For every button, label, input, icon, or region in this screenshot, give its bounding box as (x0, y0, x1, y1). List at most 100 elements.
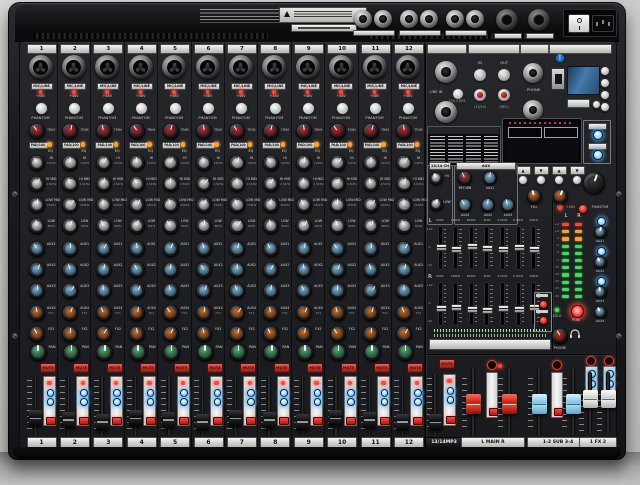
aux3-knob[interactable] (129, 283, 145, 299)
sub-assign-3-4-button[interactable] (113, 398, 121, 406)
pan-knob[interactable] (197, 344, 214, 361)
himid-knob[interactable] (396, 176, 412, 192)
pfl-button[interactable] (313, 417, 323, 425)
fx-select-button-1[interactable] (518, 175, 528, 185)
phantom-button[interactable] (402, 102, 415, 115)
aux2-knob[interactable] (396, 262, 412, 278)
trim-knob[interactable] (396, 123, 412, 139)
fx2-knob[interactable] (263, 326, 279, 342)
himid-knob[interactable] (330, 176, 346, 192)
trim-knob[interactable] (229, 123, 245, 139)
fx-master-fader[interactable] (583, 390, 598, 408)
return-knob[interactable] (458, 171, 472, 185)
sub-assign-1-2-button[interactable] (247, 389, 255, 397)
aux4-knob[interactable] (363, 305, 379, 321)
hi-knob[interactable] (296, 155, 312, 171)
aux2-knob[interactable] (296, 262, 312, 278)
mini-assign-button-1[interactable] (539, 300, 548, 309)
aux3-knob[interactable] (62, 283, 78, 299)
sub-assign-3-4-button[interactable] (381, 398, 389, 406)
geq-slider-16kHz[interactable] (529, 246, 540, 253)
fx2-knob[interactable] (396, 326, 412, 342)
sub-assign-1-2-button[interactable] (113, 389, 121, 397)
low-knob[interactable] (62, 218, 78, 234)
phantom-button[interactable] (135, 102, 148, 115)
aux2-knob[interactable] (129, 262, 145, 278)
aux2-master-knob[interactable] (481, 198, 495, 212)
hi-knob[interactable] (129, 155, 145, 171)
pfl-button[interactable] (179, 417, 189, 425)
program-knob[interactable] (583, 172, 605, 194)
low-knob[interactable] (229, 218, 245, 234)
aux2-knob[interactable] (229, 262, 245, 278)
channel-fader[interactable] (129, 410, 142, 426)
fx-select-button-2[interactable] (536, 175, 546, 185)
fx-select-button-4[interactable] (572, 175, 582, 185)
aux4-knob[interactable] (296, 305, 312, 321)
pfl-button[interactable] (380, 417, 390, 425)
trim-knob[interactable] (163, 123, 179, 139)
aux4-master-knob[interactable] (458, 198, 472, 212)
aux4-knob[interactable] (263, 305, 279, 321)
phantom-button[interactable] (269, 102, 282, 115)
sub-assign-3-4-button[interactable] (214, 398, 222, 406)
aux1-knob[interactable] (163, 241, 179, 257)
geq-slider-400Hz[interactable] (467, 243, 478, 250)
trim-knob[interactable] (363, 123, 379, 139)
lowmid-knob[interactable] (163, 197, 179, 213)
pfl-button[interactable] (446, 416, 456, 424)
pfl-button[interactable] (46, 417, 56, 425)
pfl-button[interactable] (112, 417, 122, 425)
geq-slider-400Hz[interactable] (467, 306, 478, 313)
sub-assign-button[interactable] (447, 396, 455, 404)
sub-assign-3-4-button[interactable] (314, 398, 322, 406)
fx2-knob[interactable] (129, 326, 145, 342)
mp3-transport-button-4[interactable] (600, 102, 610, 112)
sub-assign-3-4-button[interactable] (247, 398, 255, 406)
hi-knob[interactable] (229, 155, 245, 171)
trim-knob[interactable] (330, 123, 346, 139)
usb-port[interactable] (551, 68, 565, 90)
channel-fader[interactable] (329, 410, 342, 426)
channel-fader[interactable] (396, 414, 409, 430)
low-knob[interactable] (163, 218, 179, 234)
pfl-button[interactable] (279, 417, 289, 425)
aux2-knob[interactable] (363, 262, 379, 278)
master-pfl-button[interactable] (489, 408, 498, 416)
aux4-knob[interactable] (62, 305, 78, 321)
trim-knob[interactable] (29, 123, 45, 139)
fx2-knob[interactable] (229, 326, 245, 342)
channel-fader[interactable] (29, 410, 42, 426)
himid-knob[interactable] (96, 176, 112, 192)
hi-knob[interactable] (96, 155, 112, 171)
aux4-knob[interactable] (96, 305, 112, 321)
fx2-knob[interactable] (330, 326, 346, 342)
sub-assign-1-2-button[interactable] (214, 389, 222, 397)
player-fx-button[interactable] (593, 150, 603, 160)
hi-knob[interactable] (29, 155, 45, 171)
geq-slider-6.3kHz[interactable] (514, 244, 525, 251)
hi-knob[interactable] (363, 155, 379, 171)
mute-button[interactable]: MUTE (73, 363, 89, 373)
fx2-knob[interactable] (196, 326, 212, 342)
mute-button[interactable]: MUTE (374, 363, 390, 373)
efx-aux1-knob[interactable] (594, 226, 607, 239)
sub-fader[interactable] (532, 394, 547, 414)
mp3-transport-button-1[interactable] (600, 66, 610, 76)
aux1-knob[interactable] (96, 241, 112, 257)
phantom-button[interactable] (202, 102, 215, 115)
pan-knob[interactable] (130, 344, 147, 361)
pfl-button[interactable] (346, 417, 356, 425)
sub-assign-3-4-button[interactable] (414, 398, 422, 406)
pfl-button[interactable] (213, 417, 223, 425)
phantom-button[interactable] (336, 102, 349, 115)
low-knob[interactable] (29, 218, 45, 234)
trim-knob[interactable] (296, 123, 312, 139)
aux3-knob[interactable] (29, 283, 45, 299)
sub-assign-1-2-button[interactable] (314, 389, 322, 397)
efx-aux2-knob[interactable] (594, 256, 607, 269)
power-led-button[interactable] (571, 305, 584, 318)
himid-knob[interactable] (263, 176, 279, 192)
aux1-master-knob[interactable] (483, 171, 497, 185)
pfl-button[interactable] (79, 417, 89, 425)
